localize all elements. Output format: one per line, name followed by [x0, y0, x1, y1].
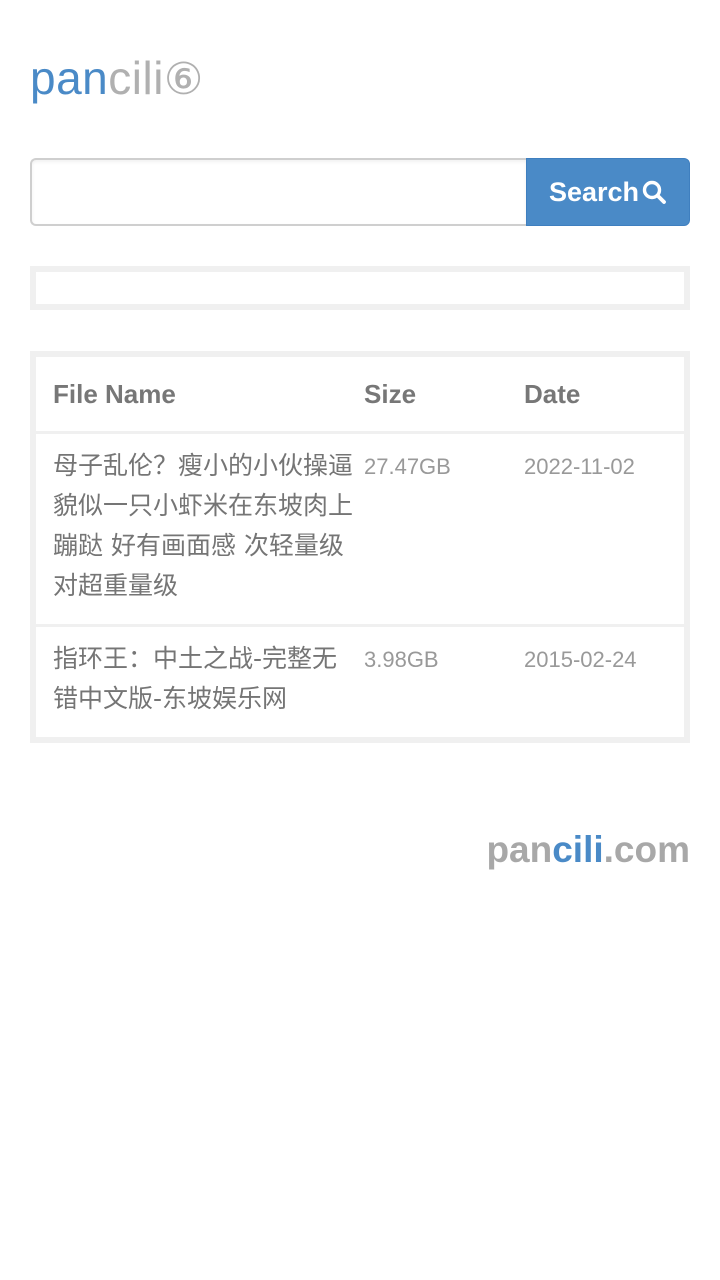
- file-date: 2015-02-24: [524, 647, 637, 672]
- logo-part-number: ⑥: [163, 55, 204, 104]
- results-table: File Name Size Date 母子乱伦？瘦小的小伙操逼貌似一只小虾米在…: [30, 351, 690, 743]
- footer-brand-pan: pan: [486, 829, 553, 870]
- logo-part-cili: cili: [108, 52, 164, 104]
- page: pancili⑥ Search File Name Size Date 母子乱伦…: [0, 0, 720, 1280]
- file-date: 2022-11-02: [524, 454, 635, 479]
- notice-box: [30, 266, 690, 310]
- search-icon: [641, 179, 667, 205]
- footer-brand-com: .com: [603, 829, 690, 870]
- file-name-link[interactable]: 母子乱伦？瘦小的小伙操逼貌似一只小虾米在东坡肉上蹦跶 好有画面感 次轻量级对超重…: [36, 446, 364, 606]
- file-size: 3.98GB: [364, 647, 439, 672]
- search-button[interactable]: Search: [526, 158, 690, 226]
- file-name-link[interactable]: 指环王：中土之战-完整无错中文版-东坡娱乐网: [36, 639, 364, 719]
- site-logo[interactable]: pancili⑥: [30, 48, 204, 110]
- column-header-file-name: File Name: [53, 378, 176, 409]
- footer-brand-cili: cili: [552, 829, 604, 870]
- logo-part-pan: pan: [30, 52, 109, 104]
- search-button-label: Search: [548, 176, 640, 207]
- column-header-date: Date: [524, 378, 581, 409]
- table-header-row: File Name Size Date: [36, 357, 684, 434]
- footer-brand-link[interactable]: pancili.com: [486, 826, 690, 874]
- search-bar: Search: [30, 158, 690, 226]
- table-row: 母子乱伦？瘦小的小伙操逼貌似一只小虾米在东坡肉上蹦跶 好有画面感 次轻量级对超重…: [36, 434, 684, 627]
- column-header-size: Size: [364, 378, 417, 409]
- search-input[interactable]: [30, 158, 526, 226]
- file-size: 27.47GB: [364, 454, 451, 479]
- table-row: 指环王：中土之战-完整无错中文版-东坡娱乐网 3.98GB 2015-02-24: [36, 627, 684, 737]
